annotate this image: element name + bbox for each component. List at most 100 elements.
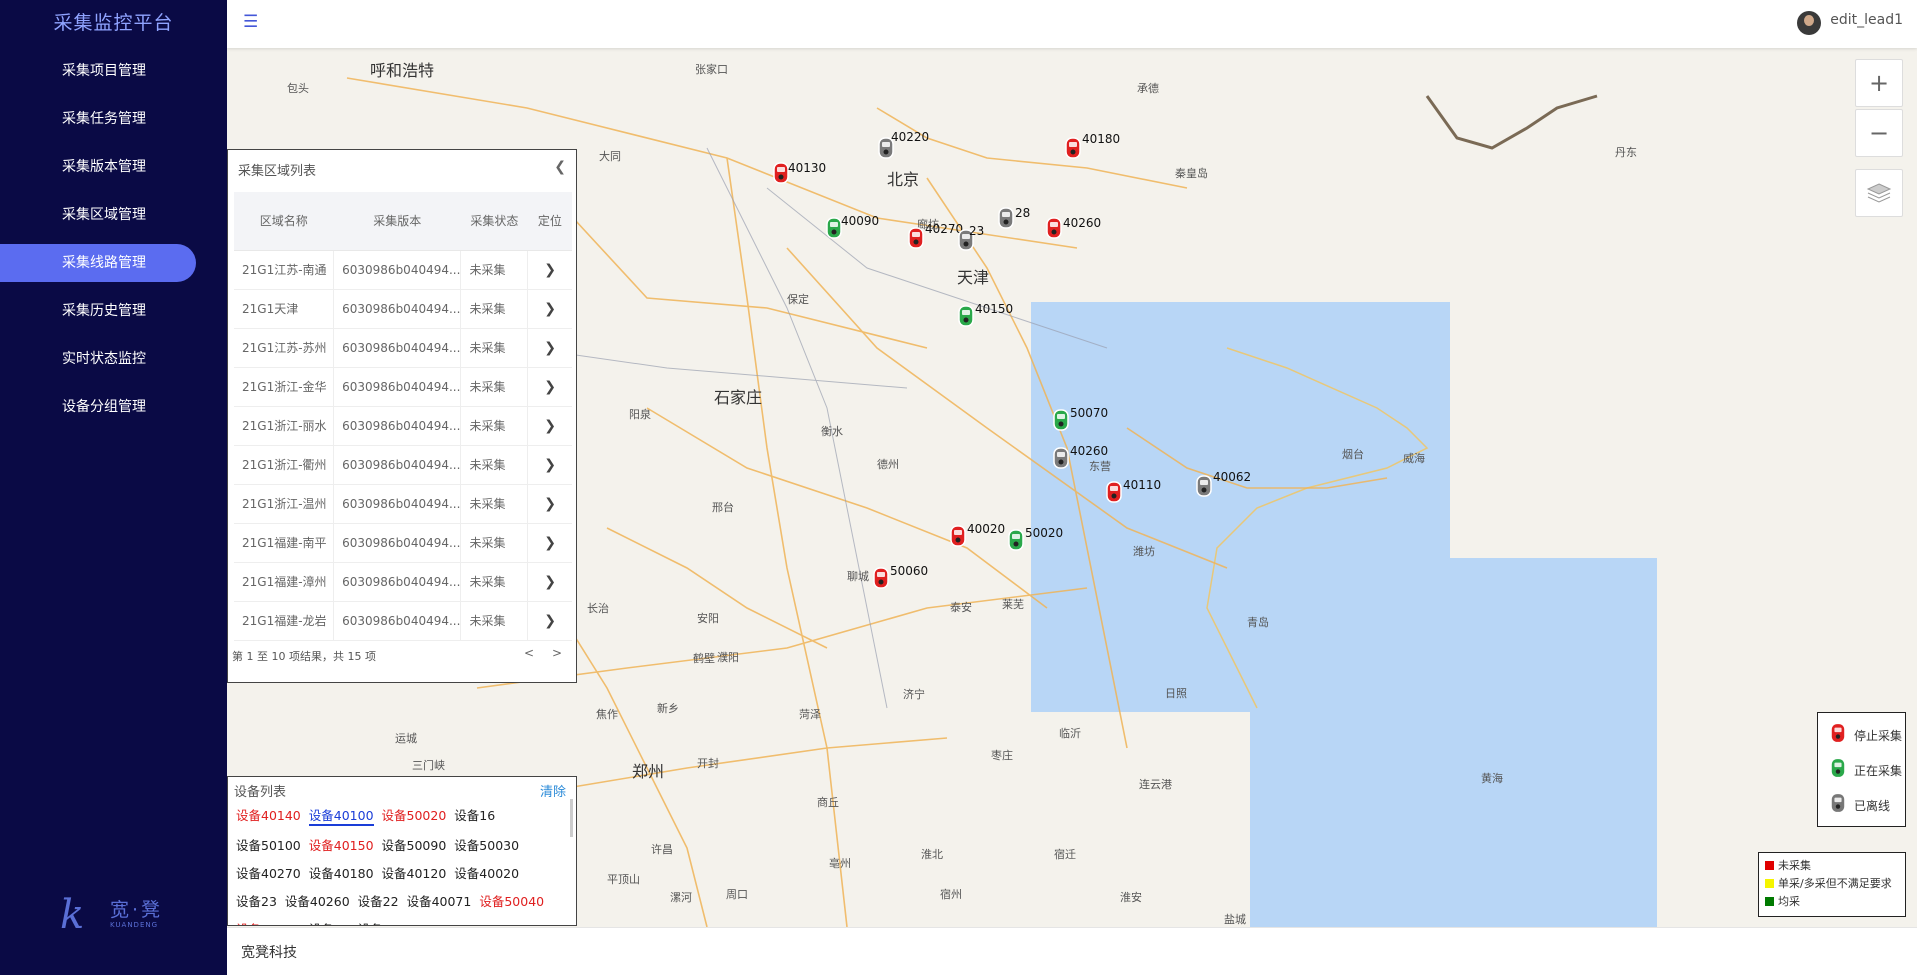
sidebar-item-history[interactable]: 采集历史管理 [0, 292, 227, 330]
vehicle-marker-icon[interactable] [872, 566, 890, 590]
sidebar-item-project[interactable]: 采集项目管理 [0, 52, 227, 90]
place-label: 宿迁 [1054, 848, 1076, 861]
prev-page-button[interactable]: < [524, 646, 534, 660]
username[interactable]: edit_lead1 [1830, 12, 1903, 28]
device-item[interactable]: 设备40100 [308, 805, 374, 826]
area-list-panel: 采集区域列表 ❮ 区域名称 采集版本 采集状态 定位 21G1江苏-南通 6030… [227, 149, 577, 683]
scrollbar[interactable] [570, 799, 573, 837]
sidebar-item-route[interactable]: 采集线路管理 [0, 244, 196, 282]
locate-chevron-icon[interactable]: ❯ [527, 328, 572, 368]
legend-swatch [1765, 861, 1774, 870]
car-gray-icon [1831, 794, 1845, 812]
device-item[interactable]: 设备50030 [454, 835, 519, 854]
vehicle-marker-icon[interactable] [1195, 474, 1213, 498]
table-row[interactable]: 21G1浙江-金华 6030986b040494... 未采集 ❯ [234, 367, 572, 407]
device-item[interactable]: 设备40140 [236, 805, 301, 824]
marker-label: 50020 [1025, 526, 1064, 540]
marker-label: 40150 [975, 302, 1014, 316]
device-item[interactable]: 设备40020 [454, 863, 519, 882]
table-row[interactable]: 21G1浙江-衢州 6030986b040494... 未采集 ❯ [234, 445, 572, 485]
vehicle-marker-icon[interactable] [1007, 528, 1025, 552]
device-item[interactable]: 设备50020 [382, 805, 447, 824]
layers-button[interactable] [1855, 169, 1903, 217]
table-row[interactable]: 21G1福建-南平 6030986b040494... 未采集 ❯ [234, 523, 572, 563]
status-cell: 未采集 [460, 250, 529, 290]
zoom-in-button[interactable]: + [1855, 59, 1903, 107]
device-item[interactable]: 设备40041 [358, 919, 423, 925]
clear-button[interactable]: 清除 [540, 781, 566, 800]
version-cell: 6030986b040494... [333, 601, 462, 641]
device-item[interactable]: 设备16 [454, 805, 495, 824]
next-page-button[interactable]: > [552, 646, 562, 660]
legend-item: 已离线 [1830, 791, 1890, 817]
marker-label: 28 [1015, 206, 1031, 220]
locate-chevron-icon[interactable]: ❯ [527, 601, 572, 641]
legend-label: 单采/多采但不满足要求 [1778, 877, 1892, 890]
table-row[interactable]: 21G1浙江-温州 6030986b040494... 未采集 ❯ [234, 484, 572, 524]
locate-chevron-icon[interactable]: ❯ [527, 367, 572, 407]
place-label: 焦作 [596, 708, 618, 721]
hamburger-icon[interactable]: ☰ [243, 12, 258, 32]
place-label: 包头 [287, 82, 309, 95]
chevron-left-icon[interactable]: ❮ [554, 159, 566, 175]
locate-chevron-icon[interactable]: ❯ [527, 406, 572, 446]
table-row[interactable]: 21G1江苏-南通 6030986b040494... 未采集 ❯ [234, 250, 572, 290]
locate-chevron-icon[interactable]: ❯ [527, 250, 572, 290]
device-item[interactable]: 设备40120 [382, 863, 447, 882]
legend-label: 未采集 [1778, 859, 1811, 872]
area-name-cell: 21G1江苏-苏州 [234, 328, 335, 368]
vehicle-marker-icon[interactable] [1052, 446, 1070, 470]
vehicle-marker-icon[interactable] [997, 206, 1015, 230]
vehicle-marker-icon[interactable] [1105, 480, 1123, 504]
area-name-cell: 21G1福建-南平 [234, 523, 335, 563]
device-item[interactable]: 设备22 [358, 891, 399, 910]
device-item[interactable]: 设备40180 [309, 863, 374, 882]
avatar[interactable] [1797, 11, 1821, 35]
vehicle-marker-icon[interactable] [957, 304, 975, 328]
area-name-cell: 21G1天津 [234, 289, 335, 329]
sidebar-item-task[interactable]: 采集任务管理 [0, 100, 227, 138]
locate-chevron-icon[interactable]: ❯ [527, 484, 572, 524]
table-row[interactable]: 21G1天津 6030986b040494... 未采集 ❯ [234, 289, 572, 329]
status-cell: 未采集 [460, 484, 529, 524]
version-cell: 6030986b040494... [333, 523, 462, 563]
vehicle-marker-icon[interactable] [949, 524, 967, 548]
device-item[interactable]: 设备23 [236, 891, 277, 910]
table-row[interactable]: 21G1福建-龙岩 6030986b040494... 未采集 ❯ [234, 601, 572, 641]
device-item[interactable]: 设备40150 [309, 835, 374, 854]
zoom-out-button[interactable]: − [1855, 109, 1903, 157]
device-item[interactable]: 设备50100 [236, 835, 301, 854]
vehicle-marker-icon[interactable] [907, 226, 925, 250]
col-version: 采集版本 [333, 192, 461, 251]
locate-chevron-icon[interactable]: ❯ [527, 523, 572, 563]
device-item[interactable]: 设备12 [309, 919, 350, 925]
place-label: 连云港 [1139, 778, 1172, 791]
place-label: 石家庄 [714, 388, 763, 407]
device-item[interactable]: 设备50040 [479, 891, 544, 910]
locate-chevron-icon[interactable]: ❯ [527, 445, 572, 485]
device-item[interactable]: 设备40051 [236, 919, 301, 925]
device-item[interactable]: 设备40260 [285, 891, 350, 910]
sidebar-item-realtime[interactable]: 实时状态监控 [0, 340, 227, 378]
device-item[interactable]: 设备40270 [236, 863, 301, 882]
vehicle-marker-icon[interactable] [1052, 408, 1070, 432]
table-row[interactable]: 21G1浙江-丽水 6030986b040494... 未采集 ❯ [234, 406, 572, 446]
place-label: 开封 [697, 757, 719, 770]
device-item[interactable]: 设备50090 [382, 835, 447, 854]
place-label: 淮安 [1120, 891, 1142, 904]
sidebar-item-device-group[interactable]: 设备分组管理 [0, 388, 227, 426]
table-row[interactable]: 21G1江苏-苏州 6030986b040494... 未采集 ❯ [234, 328, 572, 368]
footer-text: 宽凳科技 [241, 945, 297, 961]
locate-chevron-icon[interactable]: ❯ [527, 562, 572, 602]
sidebar: 采集监控平台 采集项目管理 采集任务管理 采集版本管理 采集区域管理 采集线路管… [0, 0, 227, 975]
vehicle-marker-icon[interactable] [1064, 136, 1082, 160]
device-item[interactable]: 设备40071 [407, 891, 472, 910]
sidebar-item-version[interactable]: 采集版本管理 [0, 148, 227, 186]
app-title: 采集监控平台 [53, 12, 174, 34]
sidebar-item-area[interactable]: 采集区域管理 [0, 196, 227, 234]
vehicle-marker-icon[interactable] [1045, 216, 1063, 240]
locate-chevron-icon[interactable]: ❯ [527, 289, 572, 329]
legend-swatch [1765, 879, 1774, 888]
device-panel-title: 设备列表 [234, 785, 287, 800]
table-row[interactable]: 21G1福建-漳州 6030986b040494... 未采集 ❯ [234, 562, 572, 602]
